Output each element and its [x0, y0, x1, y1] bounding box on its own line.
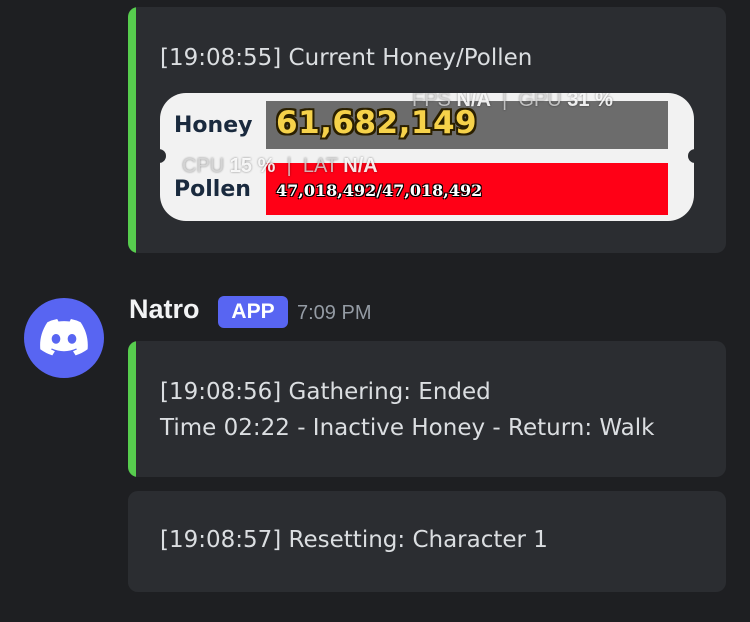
- message-timestamp[interactable]: 7:09 PM: [297, 302, 371, 325]
- overlay-separator: |: [502, 93, 508, 111]
- embed-accent-bar: [128, 341, 136, 477]
- overlay-separator: |: [286, 155, 292, 177]
- author-name[interactable]: Natro: [129, 294, 200, 325]
- gpu-value: 31 %: [567, 93, 613, 111]
- gpu-label: GPU: [518, 93, 562, 111]
- app-badge: APP: [218, 296, 288, 328]
- honey-label: Honey: [174, 113, 253, 138]
- embed-honey-pollen: [19:08:55] Current Honey/Pollen Honey 61…: [128, 7, 726, 253]
- avatar[interactable]: [24, 298, 104, 378]
- embed-accent-bar: [128, 7, 136, 253]
- embed-text: [19:08:55] Current Honey/Pollen: [160, 45, 533, 71]
- pollen-value: 47,018,492/47,018,492: [276, 181, 483, 200]
- embed-gathering: [19:08:56] Gathering: Ended Time 02:22 -…: [128, 341, 726, 477]
- cpu-value: 15 %: [229, 155, 276, 177]
- image-notch-right: [688, 149, 694, 163]
- embed-line: [19:08:56] Gathering: Ended: [160, 379, 491, 405]
- fps-label: FPS: [412, 93, 451, 111]
- perf-overlay-top: FPS N/A | GPU 31 %: [412, 93, 613, 112]
- perf-overlay-bottom: CPU 15 % | LAT N/A: [182, 155, 378, 178]
- lat-value: N/A: [343, 155, 378, 177]
- discord-logo-icon: [40, 319, 88, 356]
- embed-accent-bar: [128, 491, 136, 592]
- cpu-label: CPU: [182, 155, 225, 177]
- embed-resetting: [19:08:57] Resetting: Character 1: [128, 491, 726, 592]
- embed-text: [19:08:56] Gathering: Ended Time 02:22 -…: [160, 374, 654, 446]
- embed-text: [19:08:57] Resetting: Character 1: [160, 527, 548, 553]
- pollen-label: Pollen: [174, 177, 251, 202]
- game-screenshot-image[interactable]: Honey 61,682,149 Pollen 47,018,492/47,01…: [160, 93, 694, 221]
- embed-line: Time 02:22 - Inactive Honey - Return: Wa…: [160, 415, 655, 441]
- fps-value: N/A: [456, 93, 491, 111]
- image-notch-left: [160, 149, 166, 163]
- lat-label: LAT: [302, 155, 338, 177]
